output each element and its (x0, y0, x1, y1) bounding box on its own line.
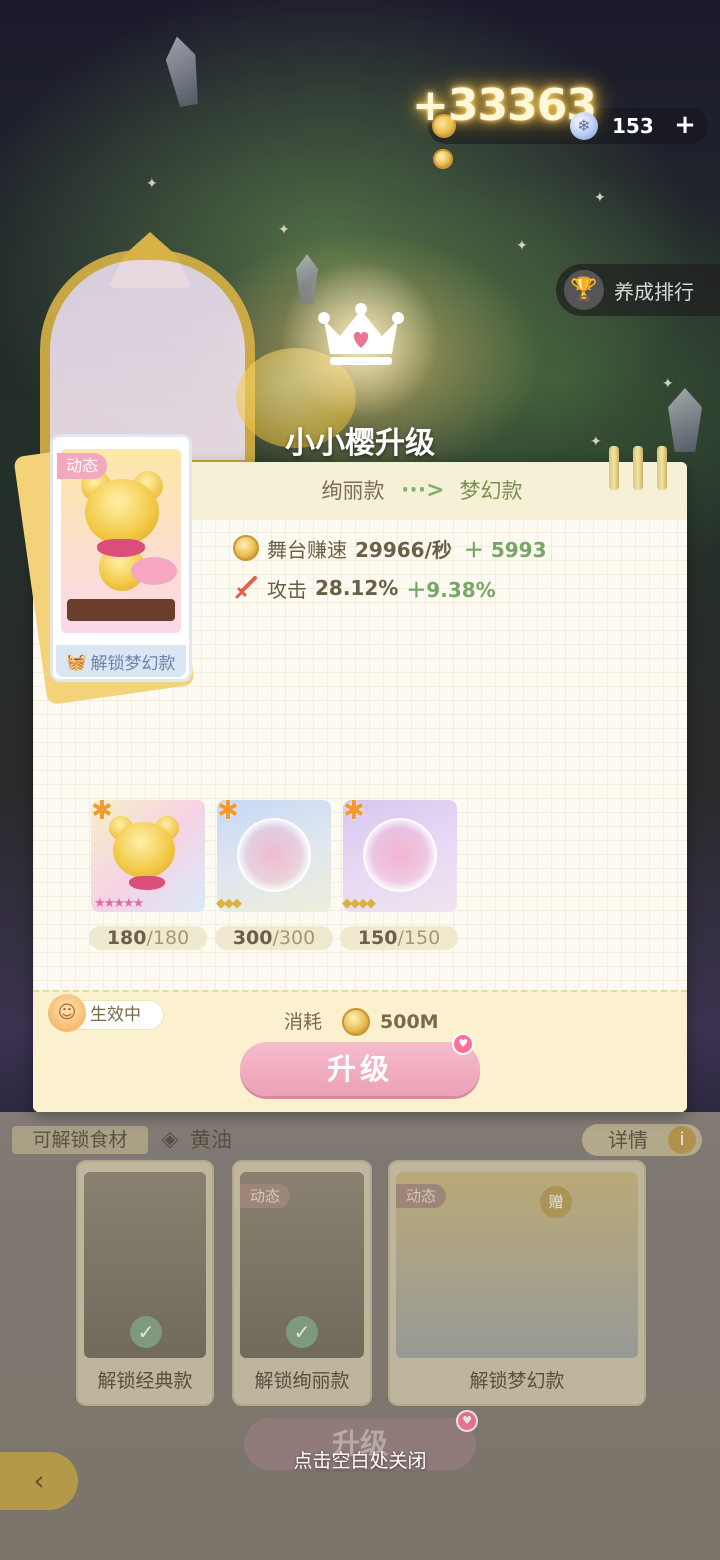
butter-icon: ◈ (161, 1127, 179, 1152)
card-label: 解锁经典款 (97, 1370, 193, 1392)
coin-icon (233, 535, 259, 561)
star-decoration: ✦ (590, 434, 602, 450)
stat-bonus: ＋9.38% (406, 577, 496, 602)
bow-decoration (97, 539, 145, 557)
ranking-label: 养成排行 (614, 279, 694, 304)
stat-label: 攻击 (267, 577, 307, 602)
stat-bonus: ＋ 5993 (463, 537, 547, 562)
upgrade-button[interactable]: 升级 (240, 1042, 480, 1096)
star-decoration: ✦ (516, 238, 528, 254)
dream-version-card[interactable]: 动态 赠 解锁梦幻款 (388, 1160, 646, 1406)
puzzle-piece-icon: ✱ (343, 796, 365, 826)
trophy-icon: 🏆 (564, 270, 604, 310)
dream-version-preview-card[interactable]: 动态 🧺 解锁梦幻款 (50, 434, 192, 682)
version-from: 绚丽款 (321, 479, 385, 503)
card-label: 解锁绚丽款 (254, 1370, 350, 1392)
slot-current: 180 (106, 927, 147, 949)
add-gem-button[interactable]: + (672, 110, 698, 140)
cost-label: 消耗 (284, 1011, 323, 1033)
heart-icon: ♥ (456, 1410, 478, 1432)
basket-icon: 🧺 (66, 651, 87, 671)
version-to: 梦幻款 (459, 479, 523, 503)
ranking-button[interactable]: 🏆 养成排行 (556, 264, 720, 316)
check-icon: ✓ (130, 1316, 162, 1348)
star-decoration: ✦ (594, 190, 606, 206)
info-icon: i (668, 1126, 696, 1154)
unicorn-decoration (131, 557, 177, 585)
slot-current: 300 (232, 927, 273, 949)
close-hint[interactable]: 点击空白处关闭 (200, 1446, 520, 1476)
check-icon: ✓ (286, 1316, 318, 1348)
unlock-label: 解锁梦幻款 (90, 653, 176, 674)
rarity-stars: ◆◆◆◆ (342, 896, 376, 911)
character-avatar: ☺ (48, 994, 86, 1032)
slot-max: /150 (397, 927, 441, 949)
stage-base (67, 599, 175, 621)
arrow-right-icon: ···> (401, 478, 445, 503)
unlock-dream-button[interactable]: 🧺 解锁梦幻款 (56, 645, 186, 677)
stat-label: 舞台赚速 (267, 537, 347, 562)
dynamic-badge: 动态 (240, 1184, 290, 1208)
binder-ring (633, 446, 643, 490)
stat-value: 29966/秒 (355, 537, 452, 562)
cost-value: 500M (380, 1011, 439, 1033)
binder-ring (657, 446, 667, 490)
dialog-title: 小小樱升级 (285, 426, 435, 461)
rarity-stars: ◆◆◆ (216, 896, 242, 911)
sword-icon (235, 576, 257, 599)
bow-decoration (129, 876, 165, 890)
rarity-stars: ★★★★★ (94, 896, 144, 911)
dynamic-badge: 动态 (57, 453, 107, 479)
star-decoration: ✦ (662, 376, 674, 392)
slot-current: 150 (357, 927, 398, 949)
ingredient-name: 黄油 (190, 1128, 232, 1152)
coin-gain-popup: +33363 (412, 80, 597, 131)
star-decoration: ✦ (278, 222, 290, 238)
slot-progress: 300/300 (215, 926, 333, 950)
coin-icon (342, 1008, 370, 1036)
binder-ring (609, 446, 619, 490)
slot-progress: 150/150 (340, 926, 458, 950)
stat-earn-speed: 舞台赚速 29966/秒 ＋ 5993 (233, 532, 547, 564)
puzzle-piece-icon: ✱ (217, 796, 239, 826)
stat-value: 28.12% (315, 576, 399, 600)
slot-progress: 180/180 (89, 926, 207, 950)
slot-max: /300 (272, 927, 316, 949)
classic-version-card[interactable]: ✓ 解锁经典款 (76, 1160, 214, 1406)
card-label: 解锁梦幻款 (469, 1370, 565, 1392)
gem-count: 153 (612, 114, 654, 138)
locked-ingredient-circle (363, 818, 437, 892)
gorgeous-version-card[interactable]: 动态 ✓ 解锁绚丽款 (232, 1160, 372, 1406)
gift-badge: 赠 (540, 1186, 572, 1218)
star-decoration: ✦ (146, 176, 158, 192)
crown-icon (318, 303, 404, 365)
effect-status-label: 生效中 (90, 1005, 141, 1025)
gem-icon: ❄ (570, 112, 598, 140)
coin-icon (433, 149, 453, 169)
stat-attack: 攻击 28.12% ＋9.38% (233, 572, 496, 604)
bear-head (85, 479, 159, 545)
puzzle-piece-icon: ✱ (91, 796, 113, 826)
bear-head (113, 822, 175, 878)
back-button[interactable]: ‹ (0, 1452, 78, 1510)
dynamic-badge: 动态 (396, 1184, 446, 1208)
unlock-ingredients-label: 可解锁食材 (12, 1126, 148, 1154)
heart-icon: ♥ (452, 1033, 474, 1055)
locked-ingredient-circle (237, 818, 311, 892)
slot-max: /180 (146, 927, 190, 949)
